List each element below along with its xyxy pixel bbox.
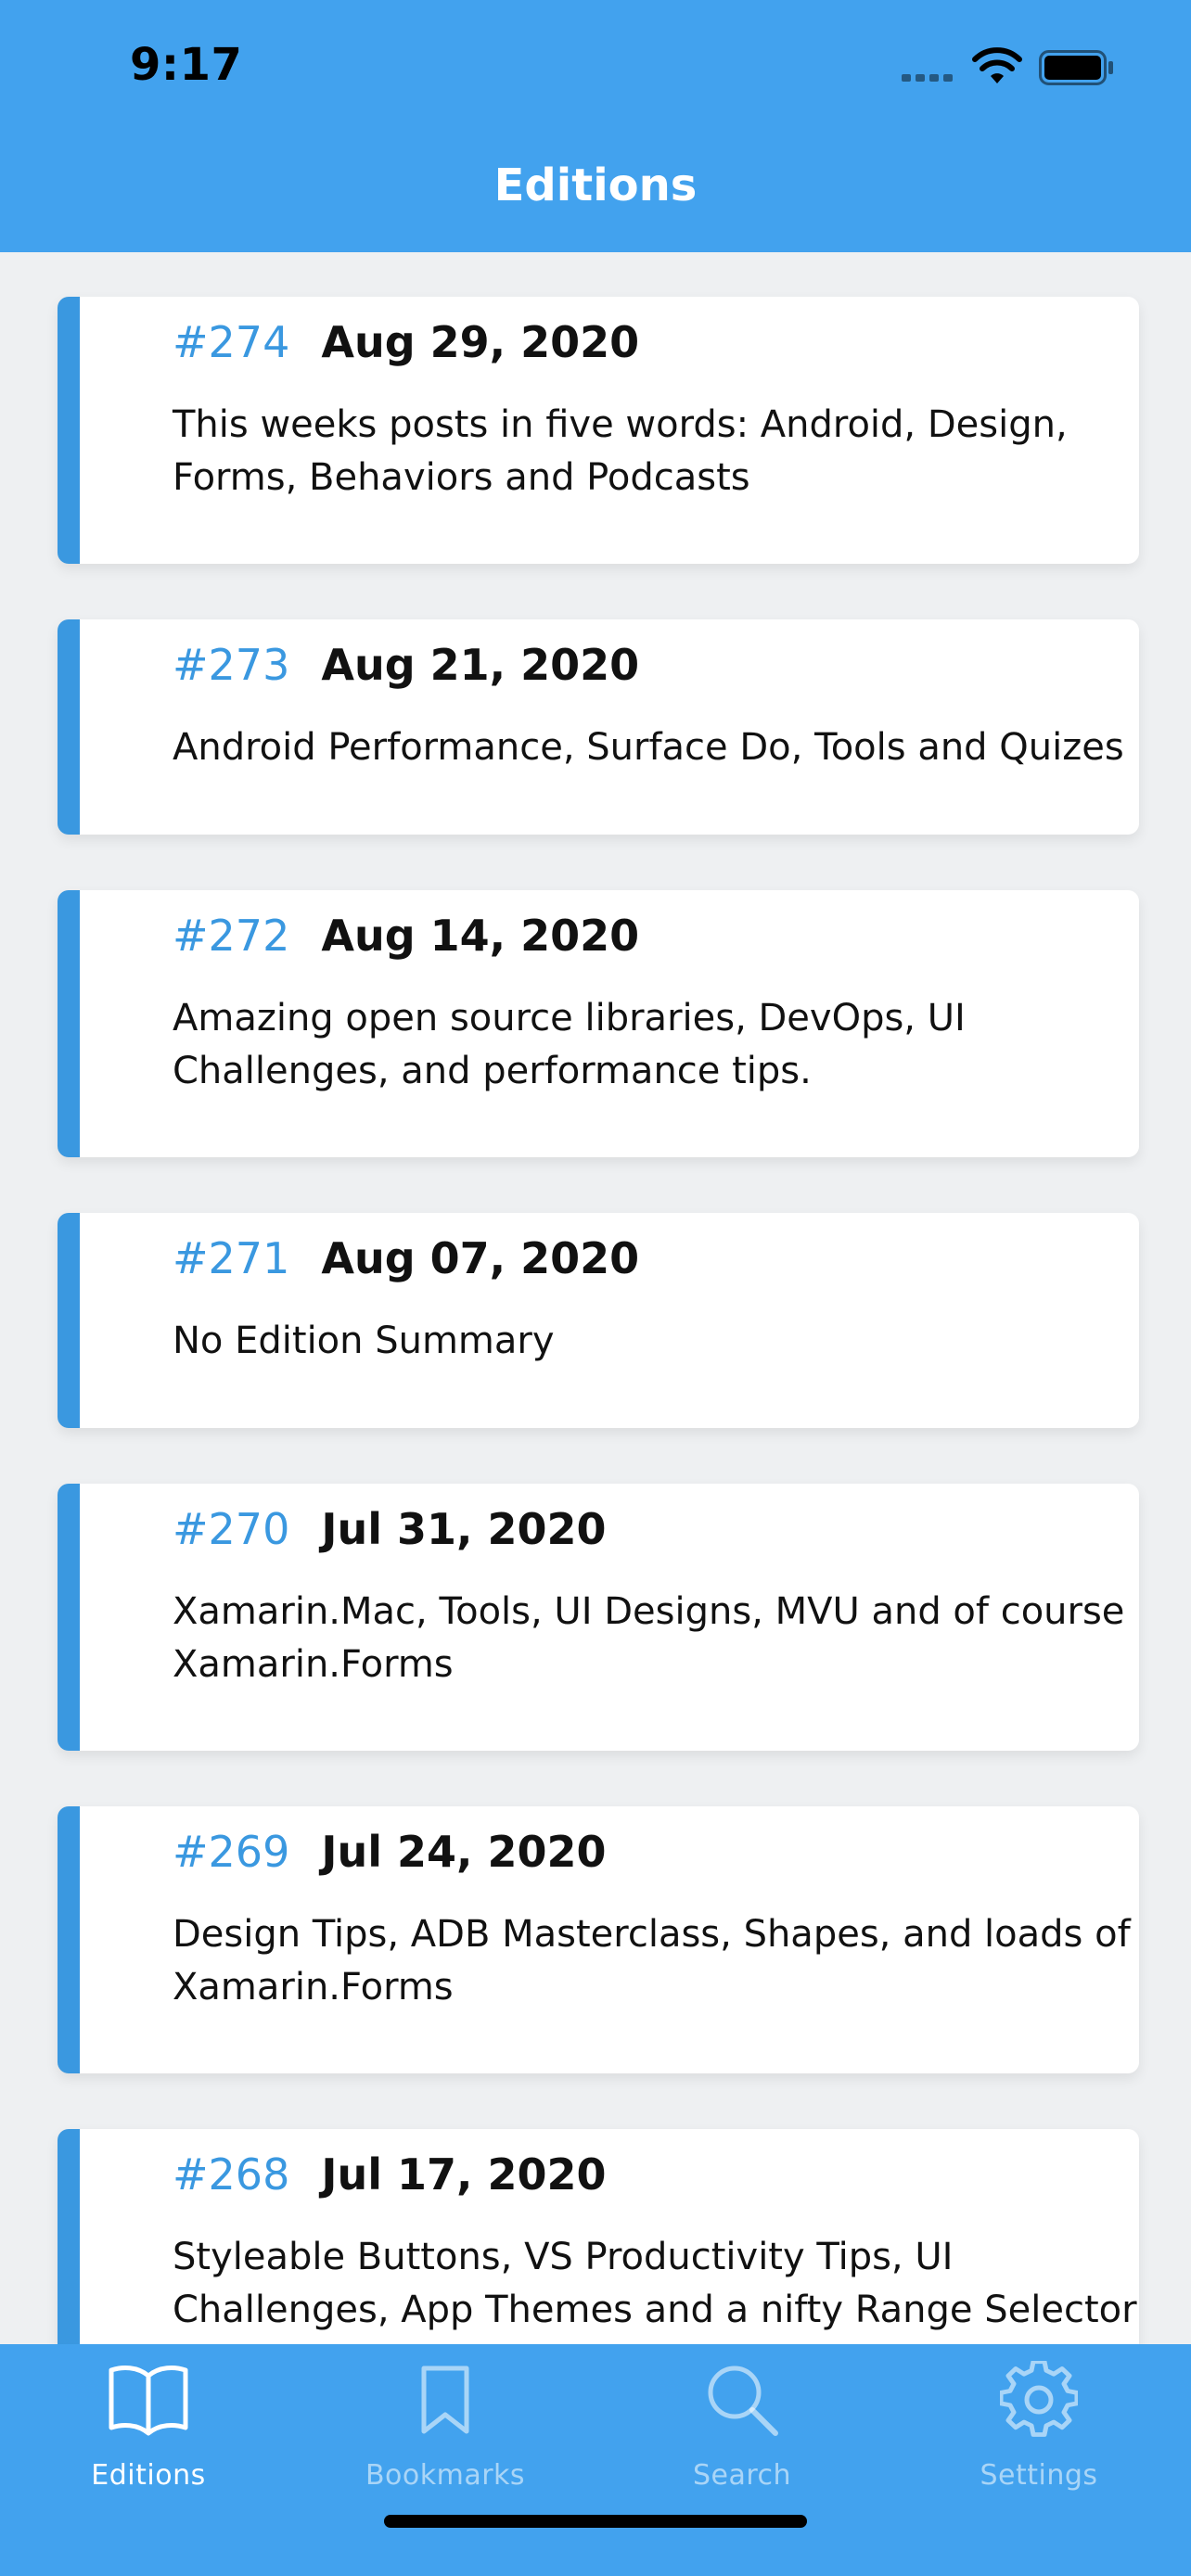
edition-date: Aug 07, 2020 bbox=[321, 1233, 640, 1283]
edition-number: #271 bbox=[173, 1233, 290, 1283]
edition-summary: Android Performance, Surface Do, Tools a… bbox=[173, 726, 1124, 769]
edition-date: Aug 21, 2020 bbox=[321, 640, 640, 690]
search-icon bbox=[708, 2366, 778, 2436]
tab-search[interactable]: Search bbox=[594, 2344, 890, 2493]
edition-card[interactable]: #269 Jul 24, 2020 Design Tips, ADB Maste… bbox=[58, 1806, 1139, 2073]
app-screen: 9:17 Editions #274 Aug 29, 2020 This wee… bbox=[0, 0, 1191, 2576]
edition-card[interactable]: #272 Aug 14, 2020 Amazing open source li… bbox=[58, 890, 1139, 1157]
tab-editions[interactable]: Editions bbox=[0, 2344, 297, 2493]
battery-icon bbox=[1039, 50, 1113, 85]
edition-date: Aug 14, 2020 bbox=[321, 911, 640, 961]
edition-card[interactable]: #270 Jul 31, 2020 Xamarin.Mac, Tools, UI… bbox=[58, 1484, 1139, 1751]
edition-card[interactable]: #271 Aug 07, 2020 No Edition Summary bbox=[58, 1213, 1139, 1428]
edition-date: Jul 17, 2020 bbox=[321, 2149, 607, 2200]
tab-settings[interactable]: Settings bbox=[890, 2344, 1187, 2493]
gear-icon bbox=[1000, 2361, 1078, 2437]
edition-card[interactable]: #273 Aug 21, 2020 Android Performance, S… bbox=[58, 619, 1139, 835]
home-indicator bbox=[384, 2515, 807, 2528]
edition-number: #269 bbox=[173, 1827, 290, 1877]
edition-card[interactable]: #274 Aug 29, 2020 This weeks posts in fi… bbox=[58, 297, 1139, 564]
tab-label: Settings bbox=[980, 2459, 1098, 2492]
wifi-icon bbox=[972, 47, 1022, 83]
tab-label: Bookmarks bbox=[365, 2459, 526, 2492]
edition-date: Aug 29, 2020 bbox=[321, 317, 640, 367]
edition-summary: This weeks posts in five words: Android,… bbox=[173, 403, 1068, 499]
edition-card[interactable]: #268 Jul 17, 2020 Styleable Buttons, VS … bbox=[58, 2129, 1139, 2344]
tab-bookmarks[interactable]: Bookmarks bbox=[297, 2344, 594, 2493]
edition-summary: Design Tips, ADB Masterclass, Shapes, an… bbox=[173, 1913, 1131, 2009]
cellular-signal-icon bbox=[902, 74, 953, 82]
edition-summary: Styleable Buttons, VS Productivity Tips,… bbox=[173, 2236, 1137, 2344]
edition-number: #272 bbox=[173, 911, 290, 961]
edition-summary: Amazing open source libraries, DevOps, U… bbox=[173, 997, 966, 1092]
page-title: Editions bbox=[493, 159, 698, 211]
edition-date: Jul 24, 2020 bbox=[321, 1827, 607, 1877]
bookmark-icon bbox=[421, 2366, 469, 2434]
edition-summary: No Edition Summary bbox=[173, 1320, 555, 1362]
editions-list[interactable]: #274 Aug 29, 2020 This weeks posts in fi… bbox=[0, 252, 1191, 2344]
tab-label: Editions bbox=[91, 2459, 206, 2492]
edition-number: #270 bbox=[173, 1504, 290, 1554]
edition-summary: Xamarin.Mac, Tools, UI Designs, MVU and … bbox=[173, 1590, 1125, 1686]
edition-number: #268 bbox=[173, 2149, 290, 2200]
book-icon bbox=[109, 2366, 188, 2436]
tab-label: Search bbox=[692, 2459, 792, 2492]
edition-number: #274 bbox=[173, 317, 290, 367]
edition-number: #273 bbox=[173, 640, 290, 690]
navigation-header: 9:17 Editions bbox=[0, 0, 1191, 252]
edition-date: Jul 31, 2020 bbox=[321, 1504, 607, 1554]
tab-bar: Editions Bookmarks Search Settings bbox=[0, 2344, 1191, 2576]
status-time: 9:17 bbox=[130, 39, 243, 91]
